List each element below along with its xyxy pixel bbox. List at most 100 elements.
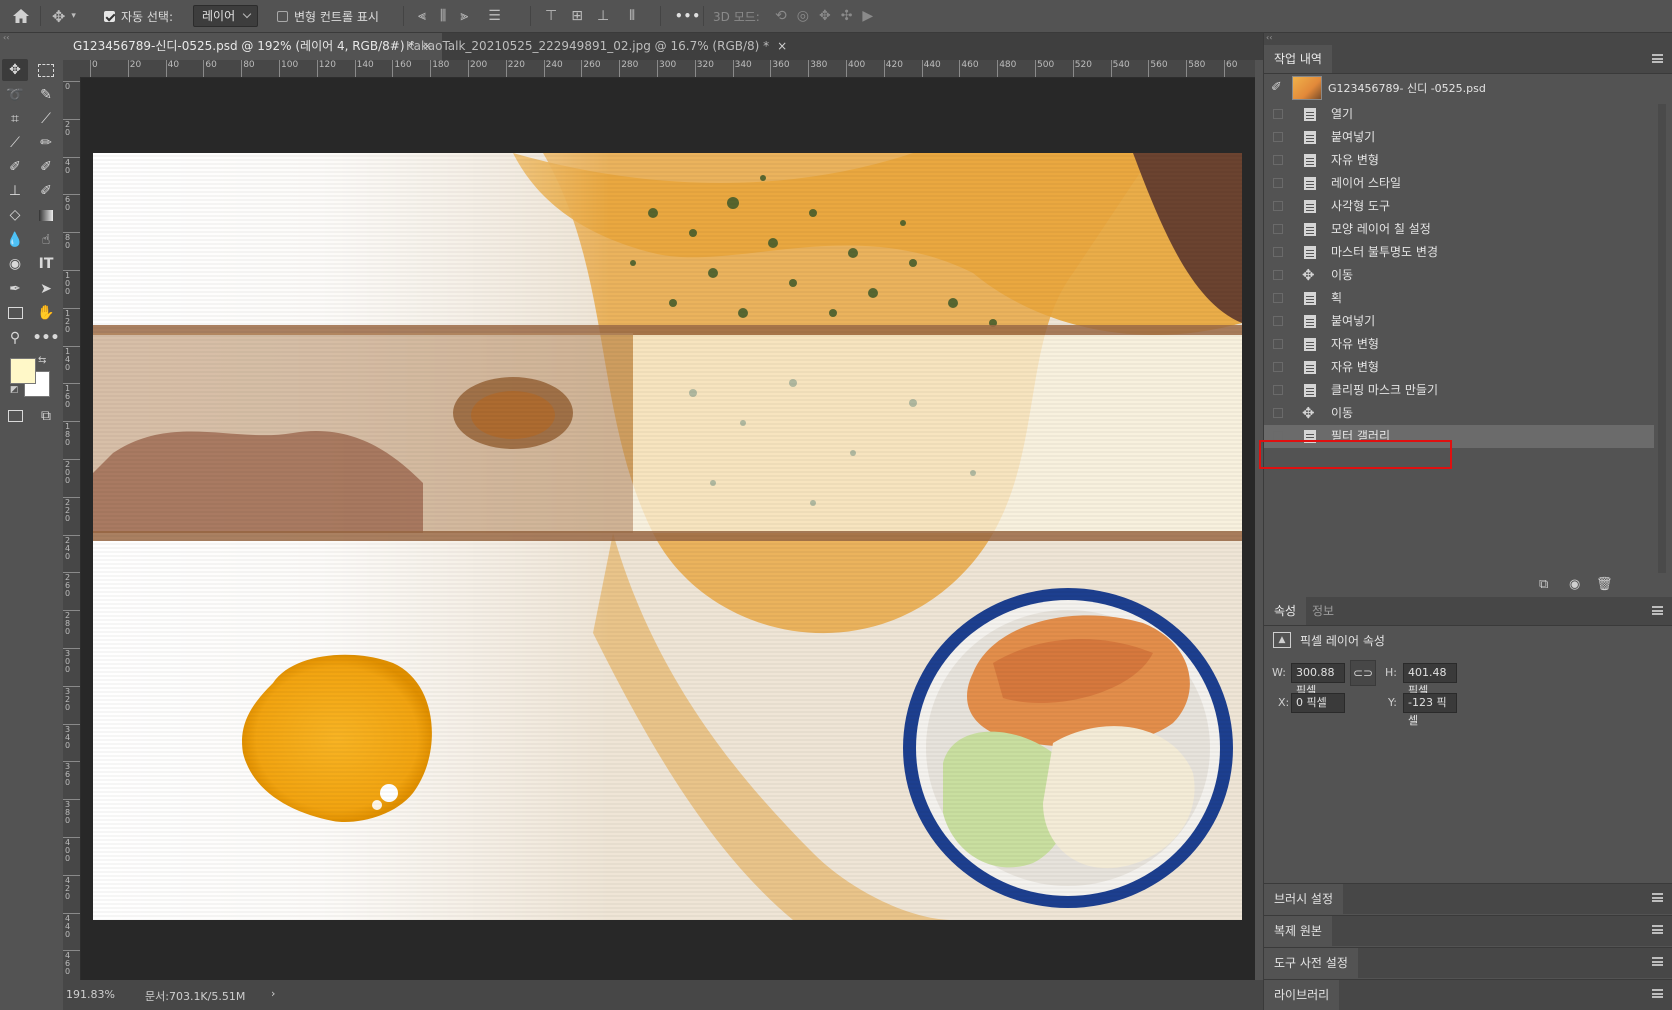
height-field[interactable]: 401.48 픽셀 (1403, 663, 1457, 697)
tab-history[interactable]: 작업 내역 (1264, 45, 1332, 73)
foreground-color-swatch[interactable] (10, 358, 36, 384)
pen-tool-icon[interactable]: ✒ (2, 278, 28, 300)
blur-tool-icon[interactable]: 💧 (2, 229, 28, 251)
brush-tool-icon[interactable]: ✐ (2, 156, 28, 178)
history-source-checkbox[interactable] (1273, 408, 1283, 418)
gradient-tool-icon[interactable] (33, 204, 59, 226)
history-source-checkbox[interactable] (1273, 270, 1283, 280)
default-colors-icon[interactable]: ◩ (10, 385, 19, 395)
history-source-checkbox[interactable] (1273, 224, 1283, 234)
clone-stamp-icon[interactable]: ⊥ (2, 180, 28, 202)
history-source-checkbox[interactable] (1273, 178, 1283, 188)
history-source-checkbox[interactable] (1273, 316, 1283, 326)
hand-tool-icon[interactable]: ✋ (33, 302, 59, 324)
trash-icon[interactable]: 🗑 (1596, 577, 1613, 592)
history-state-row[interactable]: 자유 변형 (1264, 149, 1654, 172)
align-right-icon[interactable]: ⫸ (460, 8, 468, 24)
history-state-row[interactable]: 붙여넣기 (1264, 310, 1654, 333)
tab-tool-presets[interactable]: 도구 사전 설정 (1264, 948, 1358, 978)
3d-roll-icon[interactable]: ◎ (797, 8, 809, 24)
smudge-tool-icon[interactable]: ☝ (33, 229, 59, 251)
type-tool-icon[interactable]: IT (33, 253, 59, 275)
eraser-tool-icon[interactable]: ◇ (2, 204, 28, 226)
tab-libraries[interactable]: 라이브러리 (1264, 980, 1340, 1010)
auto-select-checkbox[interactable]: 자동 선택: (104, 0, 173, 32)
rectangle-tool-icon[interactable] (2, 302, 28, 324)
horizontal-ruler[interactable]: 0 20 40 60 80 100 120 140 160 180 200 220 240 260 280 3… (80, 60, 1255, 78)
3d-camera-icon[interactable]: ▶ (862, 8, 873, 24)
y-field[interactable]: -123 픽셀 (1403, 693, 1457, 727)
align-left-icon[interactable]: ⫷ (418, 8, 426, 24)
history-brush-source-icon[interactable]: ✐ (1271, 80, 1282, 95)
history-source-checkbox[interactable] (1273, 109, 1283, 119)
history-state-row[interactable]: 레이어 스타일 (1264, 172, 1654, 195)
align-vcenter-icon[interactable]: ⊞ (571, 8, 583, 24)
link-dimensions-icon[interactable]: ⊂⊃ (1350, 660, 1376, 686)
eyedropper-tool-icon[interactable]: ⟋ (33, 108, 59, 130)
close-tab-icon[interactable]: × (777, 39, 787, 53)
distribute-vertical-icon[interactable]: ⫴ (629, 8, 635, 24)
history-source-checkbox[interactable] (1273, 339, 1283, 349)
healing-brush-icon[interactable]: ⟋ (2, 132, 28, 154)
more-options-button[interactable]: ••• (675, 0, 701, 32)
width-field[interactable]: 300.88 픽셀 (1291, 663, 1345, 697)
history-state-row[interactable]: 자유 변형 (1264, 333, 1654, 356)
history-source-checkbox[interactable] (1273, 247, 1283, 257)
marquee-tool-icon[interactable] (33, 59, 59, 81)
panel-menu-icon[interactable] (1652, 957, 1663, 966)
brush-settings-panel[interactable]: 브러시 설정 (1264, 883, 1672, 914)
tab-clone-source[interactable]: 복제 원본 (1264, 916, 1332, 946)
history-state-row[interactable]: ✥ 이동 (1264, 402, 1654, 425)
history-state-row[interactable]: 마스터 불투명도 변경 (1264, 241, 1654, 264)
history-state-row[interactable]: 붙여넣기 (1264, 126, 1654, 149)
align-hcenter-icon[interactable]: ⫼ (440, 8, 446, 24)
history-source-checkbox[interactable] (1273, 362, 1283, 372)
swap-colors-icon[interactable]: ⇆ (38, 355, 46, 366)
align-bottom-icon[interactable]: ⊥ (597, 8, 609, 24)
align-top-icon[interactable]: ⊤ (545, 8, 557, 24)
3d-slide-icon[interactable]: ✣ (841, 8, 853, 24)
history-snapshot-row[interactable]: ✐ G123456789- 신디 -0525.psd (1264, 74, 1654, 102)
panel-menu-icon[interactable] (1652, 989, 1663, 998)
history-source-checkbox[interactable] (1273, 293, 1283, 303)
distribute-icon[interactable]: ☰ (488, 8, 501, 24)
move-tool-icon[interactable]: ✥ (2, 59, 28, 81)
history-brush-icon[interactable]: ✐ (33, 180, 59, 202)
history-source-checkbox[interactable] (1273, 385, 1283, 395)
panel-menu-icon[interactable] (1652, 606, 1663, 615)
auto-select-dropdown[interactable]: 레이어 (193, 5, 259, 27)
panel-menu-icon[interactable] (1652, 893, 1663, 902)
tool-presets-panel[interactable]: 도구 사전 설정 (1264, 947, 1672, 978)
more-tools-icon[interactable]: ••• (33, 327, 60, 349)
libraries-panel[interactable]: 라이브러리 (1264, 979, 1672, 1010)
quick-select-tool-icon[interactable]: ✎ (33, 84, 59, 106)
3d-pan-icon[interactable]: ✥ (819, 8, 831, 24)
history-state-row[interactable]: 클리핑 마스크 만들기 (1264, 379, 1654, 402)
history-scrollbar[interactable] (1658, 104, 1666, 594)
path-select-icon[interactable]: ➤ (33, 278, 59, 300)
vertical-ruler[interactable]: 0 20 40 60 80 100 120 140 160 180 200 220 240 260 280 3… (63, 77, 81, 980)
x-field[interactable]: 0 픽셀 (1291, 693, 1345, 713)
dodge-tool-icon[interactable]: ◉ (2, 253, 28, 275)
home-icon[interactable] (12, 0, 30, 32)
move-tool-preset-icon[interactable]: ✥ ▾ (52, 0, 76, 32)
zoom-level[interactable]: 191.83% (66, 988, 115, 1001)
tab-psd-document[interactable]: G123456789-신디-0525.psd @ 192% (레이어 4, RG… (63, 33, 443, 60)
tab-jpg-document[interactable]: KakaoTalk_20210525_222949891_02.jpg @ 16… (396, 33, 797, 60)
mixer-brush-icon[interactable]: ✐ (33, 156, 59, 178)
history-source-checkbox[interactable] (1273, 132, 1283, 142)
tab-properties[interactable]: 속성 (1264, 597, 1307, 625)
quick-mask-icon[interactable] (2, 405, 28, 427)
camera-snapshot-icon[interactable]: ◉ (1569, 577, 1580, 592)
zoom-tool-icon[interactable]: ⚲ (2, 327, 28, 349)
show-transform-checkbox[interactable]: 변형 컨트롤 표시 (277, 0, 379, 32)
history-state-row[interactable]: 사각형 도구 (1264, 195, 1654, 218)
status-menu-arrow-icon[interactable]: › (271, 987, 275, 1000)
panel-menu-icon[interactable] (1652, 925, 1663, 934)
tab-brush-settings[interactable]: 브러시 설정 (1264, 884, 1344, 914)
history-state-row[interactable]: 열기 (1264, 103, 1654, 126)
3d-orbit-icon[interactable]: ⟲ (775, 8, 787, 24)
dock-collapse-icon[interactable]: ‹‹ (1264, 33, 1672, 45)
history-source-checkbox[interactable] (1273, 201, 1283, 211)
clone-source-panel[interactable]: 복제 원본 (1264, 915, 1672, 946)
